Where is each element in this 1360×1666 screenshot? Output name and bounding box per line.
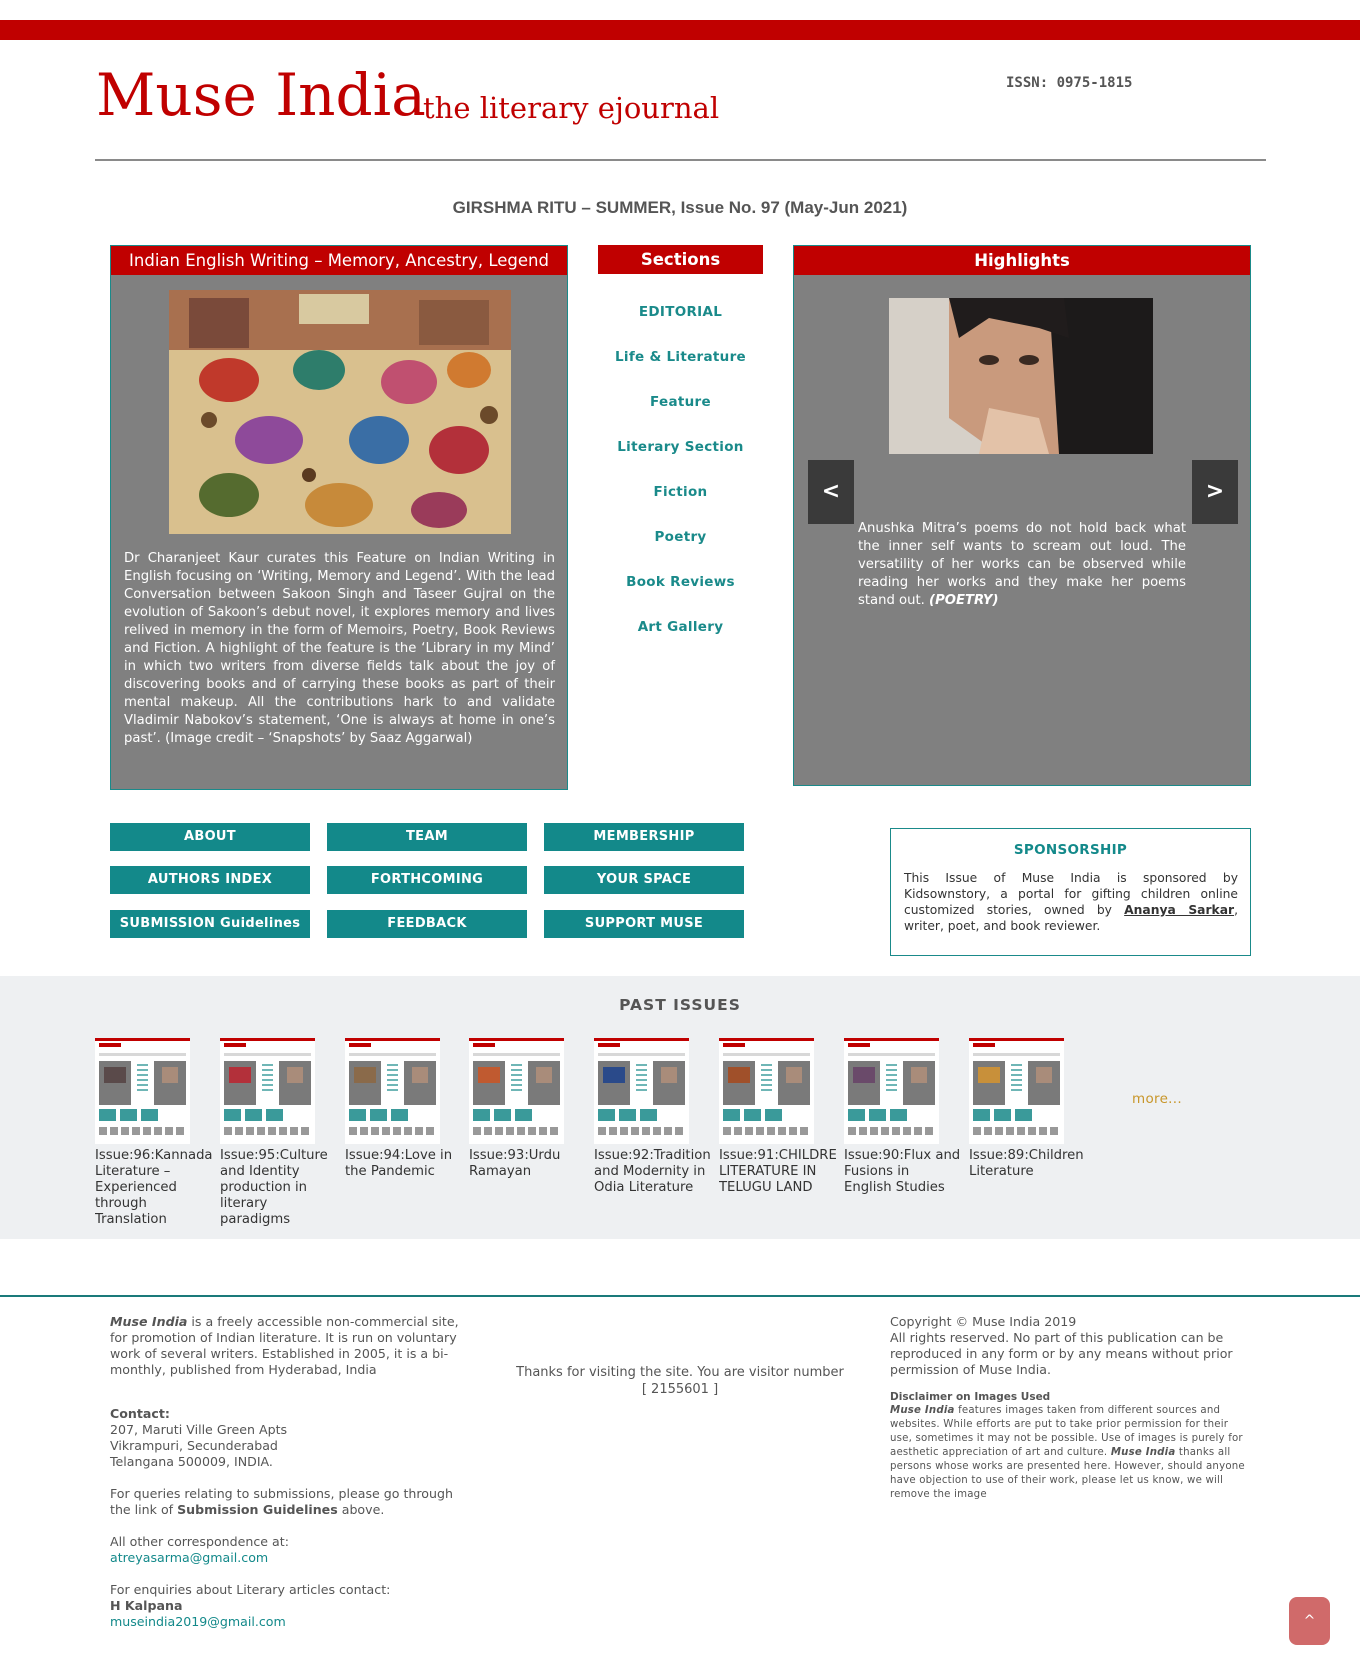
highlight-description[interactable]: Anushka Mitra’s poems do not hold back w… bbox=[858, 520, 1186, 610]
sections-list: EDITORIAL Life & Literature Feature Lite… bbox=[598, 290, 763, 650]
feature-description: Dr Charanjeet Kaur curates this Feature … bbox=[124, 551, 555, 746]
past-issue-thumbnail[interactable] bbox=[95, 1038, 190, 1144]
sponsorship-title: SPONSORSHIP bbox=[1013, 842, 1128, 858]
rights-text: All rights reserved. No part of this pub… bbox=[890, 1330, 1233, 1377]
section-link-fiction[interactable]: Fiction bbox=[598, 470, 763, 515]
team-button[interactable]: TEAM bbox=[327, 823, 527, 851]
your-space-button[interactable]: YOUR SPACE bbox=[544, 866, 744, 894]
footer-enquiries-label: For enquiries about Literary articles co… bbox=[110, 1582, 391, 1597]
issn-label: ISSN: 0975-1815 bbox=[1006, 75, 1133, 91]
footer-divider bbox=[0, 1295, 1360, 1297]
sponsorship-text: This Issue of Muse India is sponsored by… bbox=[904, 870, 1238, 934]
footer-about: Muse India is a freely accessible non-co… bbox=[110, 1314, 470, 1378]
footer-contact: Contact: 207, Maruti Ville Green Apts Vi… bbox=[110, 1406, 470, 1470]
past-issue-caption[interactable]: Issue:95:Culture and Identity production… bbox=[220, 1148, 337, 1228]
correspondence-email-link[interactable]: atreyasarma@gmail.com bbox=[110, 1550, 268, 1565]
past-issue-thumbnail[interactable] bbox=[594, 1038, 689, 1144]
feature-painting-image[interactable] bbox=[169, 290, 511, 534]
past-issue-caption[interactable]: Issue:92:Tradition and Modernity in Odia… bbox=[594, 1148, 711, 1196]
past-issues-section: PAST ISSUES Issue:96:Kannada Literature … bbox=[0, 976, 1360, 1239]
header-divider bbox=[95, 159, 1266, 161]
section-link-life-literature[interactable]: Life & Literature bbox=[598, 335, 763, 380]
footer-copyright-column: Copyright © Muse India 2019 All rights r… bbox=[890, 1314, 1250, 1502]
highlight-tag: (POETRY) bbox=[929, 593, 999, 608]
support-muse-button[interactable]: SUPPORT MUSE bbox=[544, 910, 744, 938]
disclaimer-title: Disclaimer on Images Used bbox=[890, 1391, 1051, 1403]
footer-correspondence-label: All other correspondence at: bbox=[110, 1534, 289, 1549]
site-tagline: the literary ejournal bbox=[423, 91, 720, 125]
sections-title: Sections bbox=[598, 245, 763, 274]
footer-site-name: Muse India bbox=[110, 1314, 188, 1329]
forthcoming-button[interactable]: FORTHCOMING bbox=[327, 866, 527, 894]
sponsor-owner-link[interactable]: Ananya Sarkar bbox=[1124, 903, 1234, 917]
highlights-prev-button[interactable]: < bbox=[808, 460, 854, 524]
submission-guidelines-button[interactable]: SUBMISSION Guidelines bbox=[110, 910, 310, 938]
section-link-feature[interactable]: Feature bbox=[598, 380, 763, 425]
footer-contact-label: Contact: bbox=[110, 1406, 170, 1421]
membership-button[interactable]: MEMBERSHIP bbox=[544, 823, 744, 851]
issue-title: GIRSHMA RITU – SUMMER, Issue No. 97 (May… bbox=[452, 198, 908, 217]
past-issue-caption[interactable]: Issue:94:Love in the Pandemic bbox=[345, 1148, 462, 1180]
past-issue-thumbnail[interactable] bbox=[969, 1038, 1064, 1144]
footer-submissions-note: For queries relating to submissions, ple… bbox=[110, 1486, 470, 1518]
feature-title[interactable]: Indian English Writing – Memory, Ancestr… bbox=[111, 246, 567, 275]
more-past-issues-link[interactable]: more... bbox=[1132, 1091, 1182, 1107]
highlights-next-button[interactable]: > bbox=[1192, 460, 1238, 524]
footer-address-line: Telangana 500009, INDIA. bbox=[110, 1454, 273, 1469]
enquiries-email-link[interactable]: museindia2019@gmail.com bbox=[110, 1614, 286, 1629]
footer-submission-guidelines-link[interactable]: Submission Guidelines bbox=[177, 1502, 338, 1517]
past-issue-thumbnail[interactable] bbox=[469, 1038, 564, 1144]
footer-enquiries-name: H Kalpana bbox=[110, 1598, 183, 1613]
past-issue-caption[interactable]: Issue:96:Kannada Literature – Experience… bbox=[95, 1148, 212, 1228]
authors-index-button[interactable]: AUTHORS INDEX bbox=[110, 866, 310, 894]
section-link-poetry[interactable]: Poetry bbox=[598, 515, 763, 560]
top-red-bar bbox=[0, 20, 1360, 40]
footer-enquiries: For enquiries about Literary articles co… bbox=[110, 1582, 470, 1630]
disclaimer-site-name: Muse India bbox=[890, 1405, 955, 1416]
site-logo[interactable]: Muse India bbox=[96, 58, 426, 132]
footer-about-column: Muse India is a freely accessible non-co… bbox=[110, 1314, 470, 1646]
highlight-text: Anushka Mitra’s poems do not hold back w… bbox=[858, 521, 1186, 608]
sponsorship-box: SPONSORSHIP This Issue of Muse India is … bbox=[890, 828, 1251, 956]
section-link-editorial[interactable]: EDITORIAL bbox=[598, 290, 763, 335]
back-to-top-button[interactable]: ^ bbox=[1289, 1597, 1330, 1645]
feedback-button[interactable]: FEEDBACK bbox=[327, 910, 527, 938]
highlight-portrait-image[interactable] bbox=[889, 298, 1153, 454]
highlights-panel: Highlights < > Anushka Mitra’s poems do … bbox=[793, 245, 1251, 786]
past-issues-title: PAST ISSUES bbox=[619, 996, 741, 1014]
past-issue-caption[interactable]: Issue:93:Urdu Ramayan bbox=[469, 1148, 586, 1180]
past-issue-thumbnail[interactable] bbox=[220, 1038, 315, 1144]
visitor-count: [ 2155601 ] bbox=[641, 1382, 719, 1397]
section-link-art-gallery[interactable]: Art Gallery bbox=[598, 605, 763, 650]
feature-panel: Indian English Writing – Memory, Ancestr… bbox=[110, 245, 568, 790]
section-link-book-reviews[interactable]: Book Reviews bbox=[598, 560, 763, 605]
footer-submissions-text-end: above. bbox=[337, 1502, 385, 1517]
section-link-literary-section[interactable]: Literary Section bbox=[598, 425, 763, 470]
about-button[interactable]: ABOUT bbox=[110, 823, 310, 851]
highlights-title: Highlights bbox=[794, 246, 1250, 275]
copyright-text: Copyright © Muse India 2019 bbox=[890, 1314, 1077, 1329]
past-issue-thumbnail[interactable] bbox=[844, 1038, 939, 1144]
past-issue-thumbnail[interactable] bbox=[719, 1038, 814, 1144]
past-issue-caption[interactable]: Issue:91:CHILDREN LITERATURE IN TELUGU L… bbox=[719, 1148, 836, 1196]
past-issue-thumbnail[interactable] bbox=[345, 1038, 440, 1144]
past-issue-caption[interactable]: Issue:90:Flux and Fusions in English Stu… bbox=[844, 1148, 961, 1196]
footer-visitor-counter: Thanks for visiting the site. You are vi… bbox=[500, 1364, 860, 1398]
footer-address-line: 207, Maruti Ville Green Apts bbox=[110, 1422, 288, 1437]
footer-address-line: Vikrampuri, Secunderabad bbox=[110, 1438, 278, 1453]
past-issue-caption[interactable]: Issue:89:Children Literature bbox=[969, 1148, 1086, 1180]
disclaimer-text: Muse India features images taken from di… bbox=[890, 1404, 1250, 1502]
footer-correspondence: All other correspondence at: atreyasarma@… bbox=[110, 1534, 470, 1566]
disclaimer-site-name: Muse India bbox=[1110, 1447, 1176, 1458]
visitor-text: Thanks for visiting the site. You are vi… bbox=[516, 1365, 844, 1380]
